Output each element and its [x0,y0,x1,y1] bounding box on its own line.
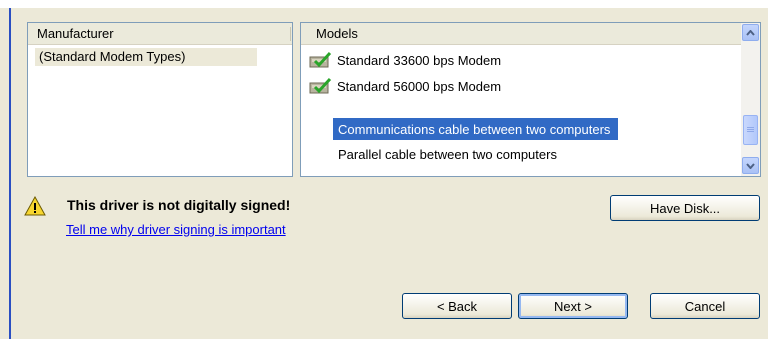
chevron-up-icon [746,29,755,36]
modem-checkmark-icon [309,77,332,94]
window-left-border [9,8,11,339]
scroll-thumb[interactable] [743,115,758,145]
scroll-down-button[interactable] [742,157,759,174]
model-item-label: Standard 56000 bps Modem [337,78,502,94]
models-scrollbar[interactable] [741,23,760,176]
chevron-down-icon [746,162,755,169]
scroll-up-button[interactable] [742,24,759,41]
cancel-button[interactable]: Cancel [650,293,760,319]
model-item-label: Communications cable between two compute… [338,121,611,137]
model-item-selected[interactable]: Communications cable between two compute… [333,118,619,140]
model-item[interactable]: Standard 33600 bps Modem [309,49,501,71]
models-header-label: Models [316,26,358,41]
manufacturer-header-label: Manufacturer [37,26,114,41]
models-column-header[interactable]: Models [301,23,741,45]
next-button[interactable]: Next > [518,293,628,319]
back-button[interactable]: < Back [402,293,512,319]
model-item-label: Standard 33600 bps Modem [337,52,502,68]
thumb-grip-line [747,127,754,128]
column-separator [290,27,291,41]
unsigned-driver-warning: This driver is not digitally signed! [67,197,291,213]
model-item-label: Parallel cable between two computers [338,146,557,162]
model-item[interactable]: Standard 56000 bps Modem [309,75,501,97]
modem-checkmark-icon [309,51,332,68]
warning-triangle-icon [24,196,46,216]
have-disk-button[interactable]: Have Disk... [610,195,760,221]
manufacturer-listbox[interactable]: Manufacturer (Standard Modem Types) [27,22,293,177]
manufacturer-column-header[interactable]: Manufacturer [28,23,292,45]
driver-signing-link[interactable]: Tell me why driver signing is important [66,222,286,237]
thumb-grip-line [747,129,754,130]
model-item[interactable]: Parallel cable between two computers [338,143,557,165]
thumb-grip-line [747,131,754,132]
models-listbox[interactable]: Models Standard 33600 bps Modem Standard… [300,22,761,177]
manufacturer-item-standard-modem-types[interactable]: (Standard Modem Types) [35,48,257,66]
